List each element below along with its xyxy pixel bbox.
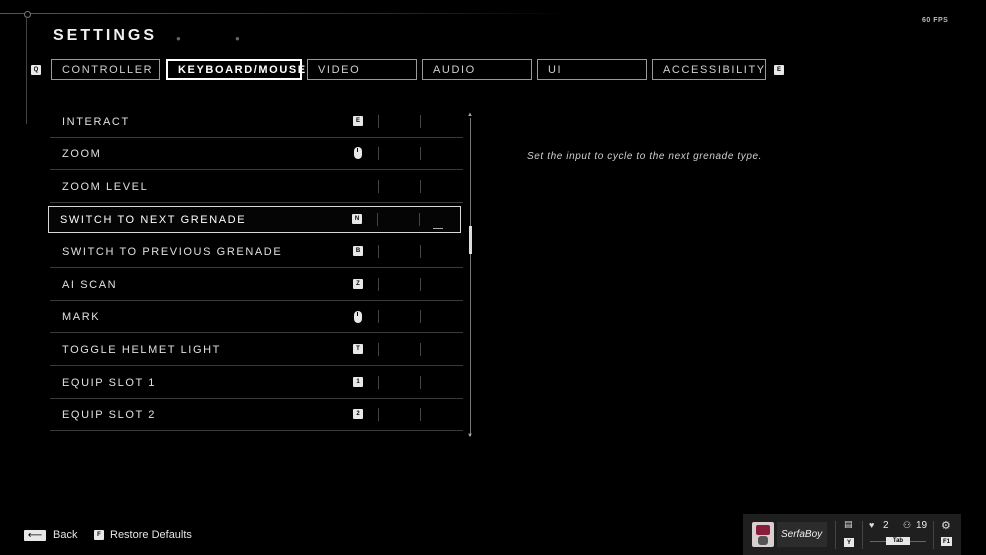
binding-key[interactable]: Z: [353, 279, 363, 289]
binding-key[interactable]: E: [353, 116, 363, 126]
column-divider: [377, 213, 378, 226]
friends-icon[interactable]: ⚇: [903, 520, 911, 531]
settings-key: F1: [941, 537, 952, 546]
binding-row-equip-slot-2[interactable]: EQUIP SLOT 2 2: [50, 399, 463, 431]
restore-defaults-button[interactable]: F Restore Defaults: [94, 529, 192, 541]
scrollbar-track[interactable]: [470, 118, 471, 436]
back-button[interactable]: ⟵ Back: [24, 529, 77, 541]
scroll-down-icon[interactable]: ▼: [467, 433, 473, 439]
mouse-middle-button-icon: [354, 311, 362, 323]
binding-row-zoom-level[interactable]: ZOOM LEVEL: [50, 171, 463, 203]
binding-key[interactable]: 1: [353, 377, 363, 387]
mouse-right-button-icon: [354, 147, 362, 159]
column-divider: [420, 147, 421, 160]
setting-description: Set the input to cycle to the next grena…: [527, 151, 763, 162]
binding-row-equip-slot-1[interactable]: EQUIP SLOT 1 1: [50, 367, 463, 399]
binding-row-zoom[interactable]: ZOOM: [50, 138, 463, 170]
party-icon[interactable]: ♥: [869, 520, 874, 530]
tab-ui[interactable]: UI: [537, 59, 647, 80]
column-divider: [420, 310, 421, 323]
divider: [835, 521, 836, 549]
column-divider: [420, 245, 421, 258]
binding-label: AI SCAN: [62, 279, 118, 291]
binding-key[interactable]: [354, 147, 362, 159]
binding-label: TOGGLE HELMET LIGHT: [62, 344, 221, 356]
binding-row-mark[interactable]: MARK: [50, 301, 463, 333]
column-divider: [420, 180, 421, 193]
tab-video[interactable]: VIDEO: [307, 59, 417, 80]
column-divider: [420, 278, 421, 291]
column-divider: [420, 115, 421, 128]
binding-key[interactable]: B: [353, 246, 363, 256]
binding-label: SWITCH TO NEXT GRENADE: [60, 214, 247, 226]
column-divider: [419, 213, 420, 226]
title-dots-icon: ● ●: [176, 34, 266, 43]
arrow-left-icon: ⟵: [24, 529, 46, 541]
top-divider: [0, 13, 570, 14]
binding-key[interactable]: [354, 311, 362, 323]
friends-count: 19: [916, 520, 928, 531]
tab-audio[interactable]: AUDIO: [422, 59, 532, 80]
binding-label: EQUIP SLOT 2: [62, 409, 156, 421]
binding-label: INTERACT: [62, 116, 130, 128]
column-divider: [378, 376, 379, 389]
binding-label: ZOOM: [62, 148, 102, 160]
binding-label: SWITCH TO PREVIOUS GRENADE: [62, 246, 283, 258]
social-tab-key[interactable]: Tab: [886, 537, 910, 545]
column-divider: [378, 147, 379, 160]
binding-row-ai-scan[interactable]: AI SCAN Z: [50, 269, 463, 301]
column-divider: [378, 278, 379, 291]
chat-key: Y: [844, 538, 854, 547]
binding-key[interactable]: T: [353, 344, 363, 354]
binding-label: ZOOM LEVEL: [62, 181, 149, 193]
column-divider: [378, 245, 379, 258]
chat-icon[interactable]: ▤: [844, 519, 853, 530]
column-divider: [378, 180, 379, 193]
secondary-binding-cursor[interactable]: [433, 228, 443, 229]
column-divider: [420, 376, 421, 389]
back-label: Back: [53, 529, 78, 541]
column-divider: [420, 343, 421, 356]
scrollbar-thumb[interactable]: [469, 226, 472, 254]
next-tab-key[interactable]: E: [774, 65, 784, 75]
binding-label: MARK: [62, 311, 101, 323]
avatar[interactable]: [752, 522, 774, 547]
binding-row-next-grenade[interactable]: SWITCH TO NEXT GRENADE N: [48, 206, 461, 233]
tab-keyboard-mouse[interactable]: KEYBOARD/MOUSE: [166, 59, 305, 80]
binding-row-interact[interactable]: INTERACT E: [50, 106, 463, 138]
divider: [862, 521, 863, 549]
restore-key: F: [94, 530, 104, 540]
username: SerfaBoy: [781, 529, 823, 540]
binding-row-previous-grenade[interactable]: SWITCH TO PREVIOUS GRENADE B: [50, 236, 463, 268]
tab-controller[interactable]: CONTROLLER: [51, 59, 160, 80]
column-divider: [378, 310, 379, 323]
column-divider: [378, 343, 379, 356]
divider: [933, 521, 934, 549]
binding-row-helmet-light[interactable]: TOGGLE HELMET LIGHT T: [50, 334, 463, 366]
column-divider: [420, 408, 421, 421]
binding-label: EQUIP SLOT 1: [62, 377, 156, 389]
restore-label: Restore Defaults: [110, 529, 192, 541]
binding-key[interactable]: 2: [353, 409, 363, 419]
side-divider: [26, 16, 27, 124]
column-divider: [378, 115, 379, 128]
tab-accessibility[interactable]: ACCESSIBILITY: [652, 59, 766, 80]
binding-key[interactable]: N: [352, 214, 362, 224]
page-title: SETTINGS: [53, 27, 158, 44]
prev-tab-key[interactable]: Q: [31, 65, 41, 75]
gear-icon[interactable]: ⚙: [941, 519, 951, 532]
party-count: 2: [883, 520, 889, 531]
fps-counter: 60 FPS: [922, 17, 949, 24]
column-divider: [378, 408, 379, 421]
